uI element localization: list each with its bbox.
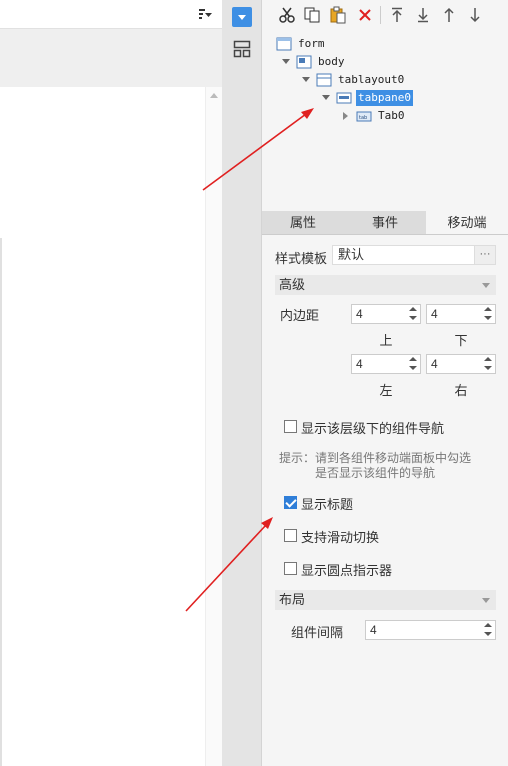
tree-node-tabpane[interactable]: tabpane0 [336,89,413,107]
spacing-label: 组件间隔 [291,625,344,640]
svg-text:tab: tab [359,115,367,121]
style-template-more-button[interactable]: ··· [474,245,496,265]
widget-tree: form body tablayout0 tabpane0 tab Tab0 [262,30,508,210]
padding-right-label: 右 [454,383,468,398]
spacing-value: 4 [370,623,377,637]
spinner-down-icon[interactable] [481,364,495,373]
spinner-down-icon[interactable] [406,364,420,373]
tree-node-body[interactable]: body [296,53,347,71]
chevron-down-icon [482,598,490,603]
expand-arrow-icon[interactable] [322,95,330,100]
section-advanced-title: 高级 [279,277,306,292]
move-top-icon[interactable] [387,5,407,25]
spinner-up-icon[interactable] [406,305,420,314]
spinner-up-icon[interactable] [406,355,420,364]
style-template-select[interactable]: 默认 [332,245,496,265]
hint-line-1: 提示：请到各组件移动端面板中勾选 [279,451,472,465]
spinner-down-icon[interactable] [481,630,495,639]
padding-left-spinner[interactable]: 4 [351,354,421,374]
padding-label: 内边距 [280,308,320,323]
toolbar-divider [380,6,381,24]
tablayout-icon [316,73,332,87]
cut-icon[interactable] [277,5,297,25]
show-nav-checkbox[interactable] [284,420,297,433]
move-bottom-icon[interactable] [413,5,433,25]
side-toolbar [222,0,262,766]
tab-icon: tab [356,109,372,123]
spinner-up-icon[interactable] [481,305,495,314]
tree-node-form[interactable]: form [276,35,327,53]
padding-bottom-spinner[interactable]: 4 [426,304,496,324]
padding-left-label: 左 [379,383,393,398]
padding-bottom-label: 下 [454,333,468,348]
canvas-scrollbar[interactable] [205,87,222,766]
expand-arrow-icon[interactable] [302,77,310,82]
style-template-label: 样式模板 [275,251,328,266]
layout-panel-icon[interactable] [233,40,251,58]
tree-node-tab0[interactable]: tab Tab0 [356,107,407,125]
dot-indicator-label: 显示圆点指示器 [301,563,393,578]
spacing-spinner[interactable]: 4 [365,620,496,640]
dropdown-triangle-icon [238,15,246,20]
hint-line-2: 是否显示该组件的导航 [315,466,436,480]
delete-icon[interactable] [355,5,375,25]
move-down-icon[interactable] [465,5,485,25]
design-canvas[interactable] [0,87,205,766]
form-icon [276,37,292,51]
spinner-down-icon[interactable] [406,314,420,323]
show-title-label: 显示标题 [301,497,354,512]
section-advanced[interactable]: 高级 [275,275,496,295]
padding-top-label: 上 [379,333,393,348]
paste-icon[interactable] [328,5,348,25]
padding-top-spinner[interactable]: 4 [351,304,421,324]
spinner-down-icon[interactable] [481,314,495,323]
dropdown-menu-icon[interactable] [196,6,214,22]
scroll-up-arrow-icon[interactable] [210,93,218,98]
chevron-down-icon [482,283,490,288]
padding-right-spinner[interactable]: 4 [426,354,496,374]
canvas-header [0,0,222,29]
tabpane-icon [336,91,352,105]
body-icon [296,55,312,69]
padding-right-value: 4 [431,357,438,371]
tab-properties[interactable]: 属性 [262,211,344,234]
widget-panel-button[interactable] [232,7,252,27]
canvas-toolbar-area [0,29,222,87]
padding-left-value: 4 [356,357,363,371]
canvas-border [0,238,2,766]
tab-events[interactable]: 事件 [344,211,426,234]
swipe-toggle-checkbox[interactable] [284,529,297,542]
copy-icon[interactable] [302,5,322,25]
widget-toolbar [262,0,508,30]
section-layout[interactable]: 布局 [275,590,496,610]
tree-node-tablayout[interactable]: tablayout0 [316,71,406,89]
spinner-up-icon[interactable] [481,621,495,630]
spinner-up-icon[interactable] [481,355,495,364]
dot-indicator-checkbox[interactable] [284,562,297,575]
tab-mobile[interactable]: 移动端 [426,211,508,234]
move-up-icon[interactable] [439,5,459,25]
expand-arrow-icon[interactable] [282,59,290,64]
panel-tabs: 属性 事件 移动端 [262,211,508,235]
show-nav-label: 显示该层级下的组件导航 [301,421,445,436]
padding-top-value: 4 [356,307,363,321]
swipe-toggle-label: 支持滑动切换 [301,530,380,545]
show-title-checkbox[interactable] [284,496,297,509]
collapse-arrow-icon[interactable] [343,112,348,120]
properties-panel: form body tablayout0 tabpane0 tab Tab0 属… [262,0,508,766]
padding-bottom-value: 4 [431,307,438,321]
section-layout-title: 布局 [279,592,306,607]
